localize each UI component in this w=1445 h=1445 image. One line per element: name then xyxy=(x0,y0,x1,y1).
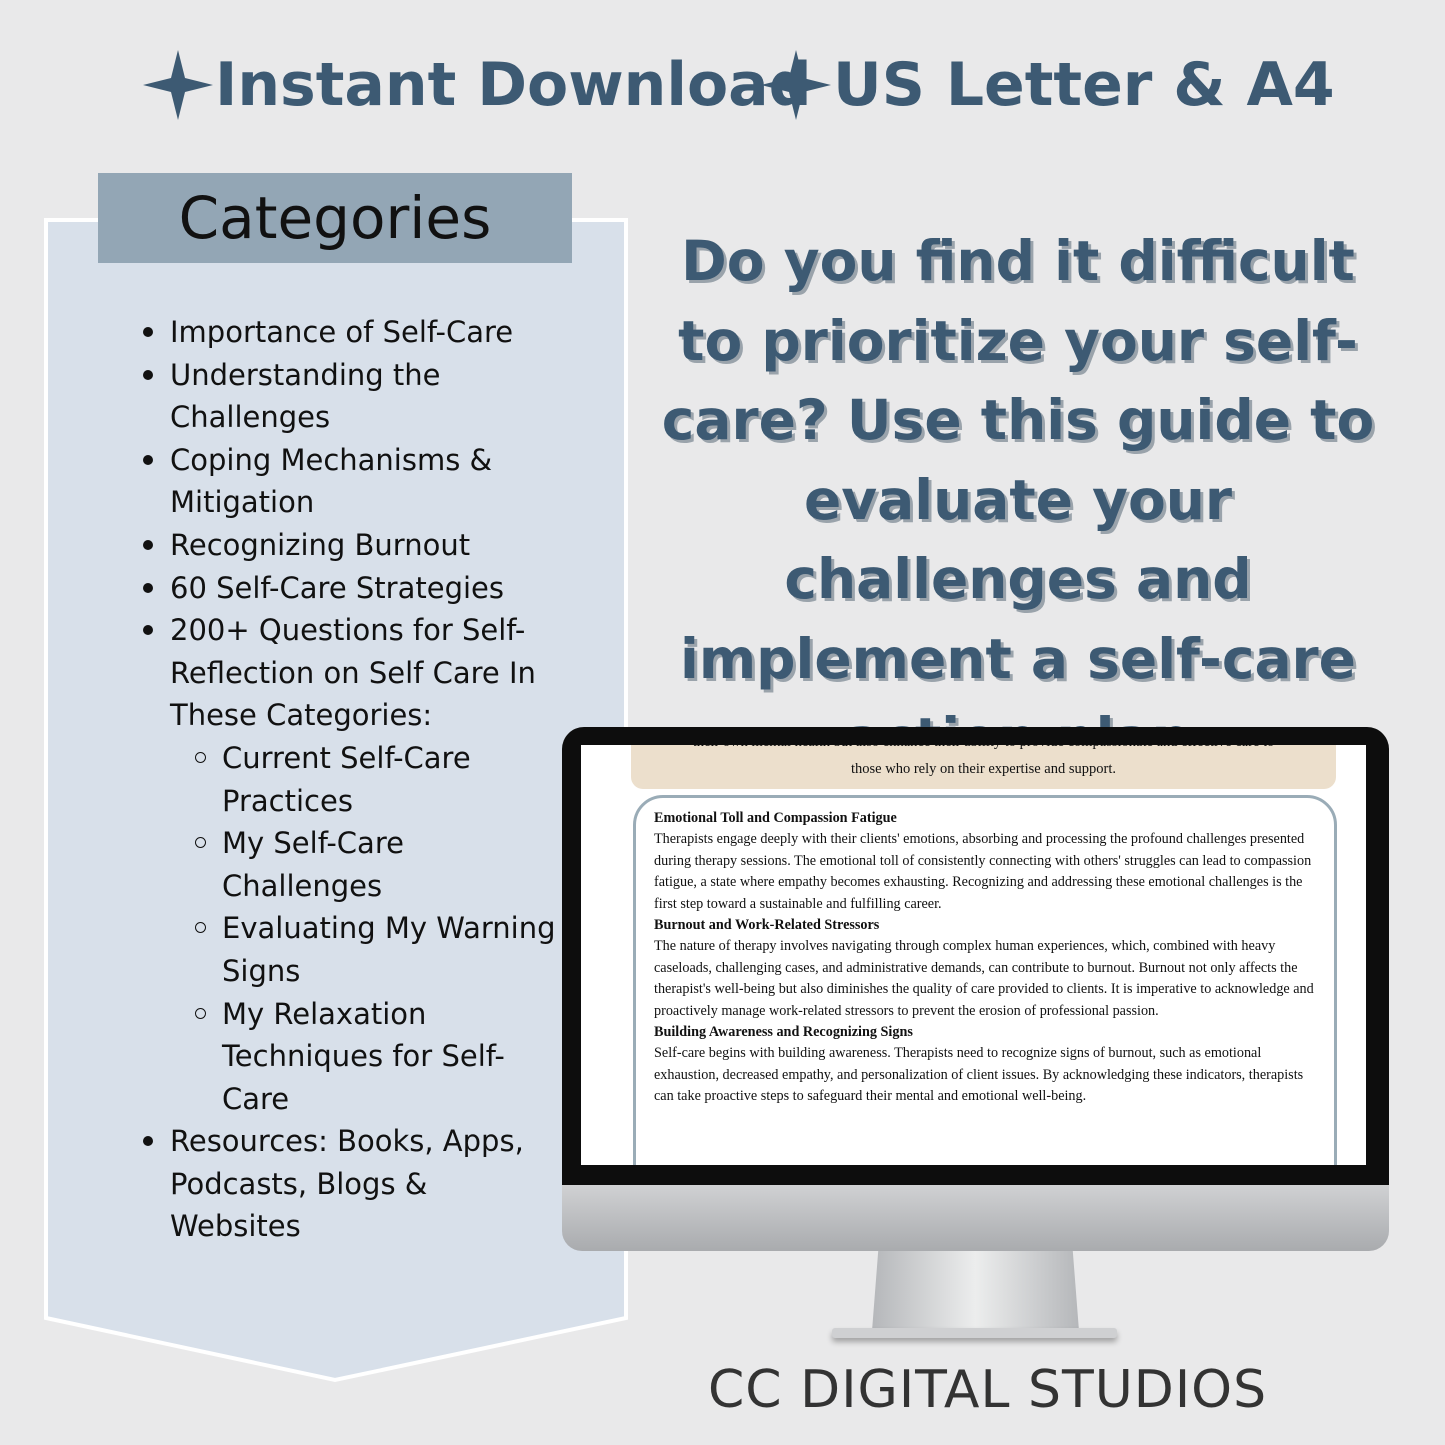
four-point-star-icon xyxy=(761,50,831,120)
section-heading: Building Awareness and Recognizing Signs xyxy=(654,1024,913,1041)
monitor-chin xyxy=(562,1185,1389,1251)
sub-list-item: Current Self-Care Practices xyxy=(140,737,560,822)
callout-text-cut: their own mental health but also enhance… xyxy=(631,745,1336,757)
callout-box: their own mental health but also enhance… xyxy=(631,745,1336,789)
monitor-base xyxy=(832,1328,1117,1338)
monitor-screen: their own mental health but also enhance… xyxy=(581,745,1366,1165)
content-card: Emotional Toll and Compassion Fatigue Th… xyxy=(633,795,1337,1165)
list-item: Coping Mechanisms & Mitigation xyxy=(140,439,560,524)
four-point-star-icon xyxy=(143,50,213,120)
callout-text: those who rely on their expertise and su… xyxy=(851,761,1116,777)
list-item: Resources: Books, Apps, Podcasts, Blogs … xyxy=(140,1120,560,1248)
sub-list-item: My Relaxation Techniques for Self-Care xyxy=(140,993,560,1121)
sub-list-item: Evaluating My Warning Signs xyxy=(140,907,560,992)
section-heading: Burnout and Work-Related Stressors xyxy=(654,917,880,934)
badge-label: US Letter & A4 xyxy=(833,50,1335,120)
section-heading: Emotional Toll and Compassion Fatigue xyxy=(654,810,897,826)
list-item: Recognizing Burnout xyxy=(140,524,560,567)
badge-label: Instant Download xyxy=(215,50,812,120)
sub-list-item: My Self-Care Challenges xyxy=(140,822,560,907)
section-body: Therapists engage deeply with their clie… xyxy=(654,831,1312,912)
section-body: The nature of therapy involves navigatin… xyxy=(654,938,1314,1019)
categories-list: Importance of Self-Care Understanding th… xyxy=(140,311,560,1248)
brand-name: CC DIGITAL STUDIOS xyxy=(708,1360,1268,1420)
categories-title: Categories xyxy=(98,173,572,263)
list-item: Importance of Self-Care xyxy=(140,311,560,354)
monitor-stand xyxy=(872,1251,1079,1331)
headline: Do you find it difficult to prioritize y… xyxy=(661,229,1375,770)
badge-instant-download: Instant Download xyxy=(143,50,812,120)
section-body: Self-care begins with building awareness… xyxy=(654,1045,1304,1105)
badge-paper-size: US Letter & A4 xyxy=(761,50,1335,120)
list-item: 200+ Questions for Self-Reflection on Se… xyxy=(140,609,560,737)
list-item: 60 Self-Care Strategies xyxy=(140,567,560,610)
list-item: Understanding the Challenges xyxy=(140,354,560,439)
